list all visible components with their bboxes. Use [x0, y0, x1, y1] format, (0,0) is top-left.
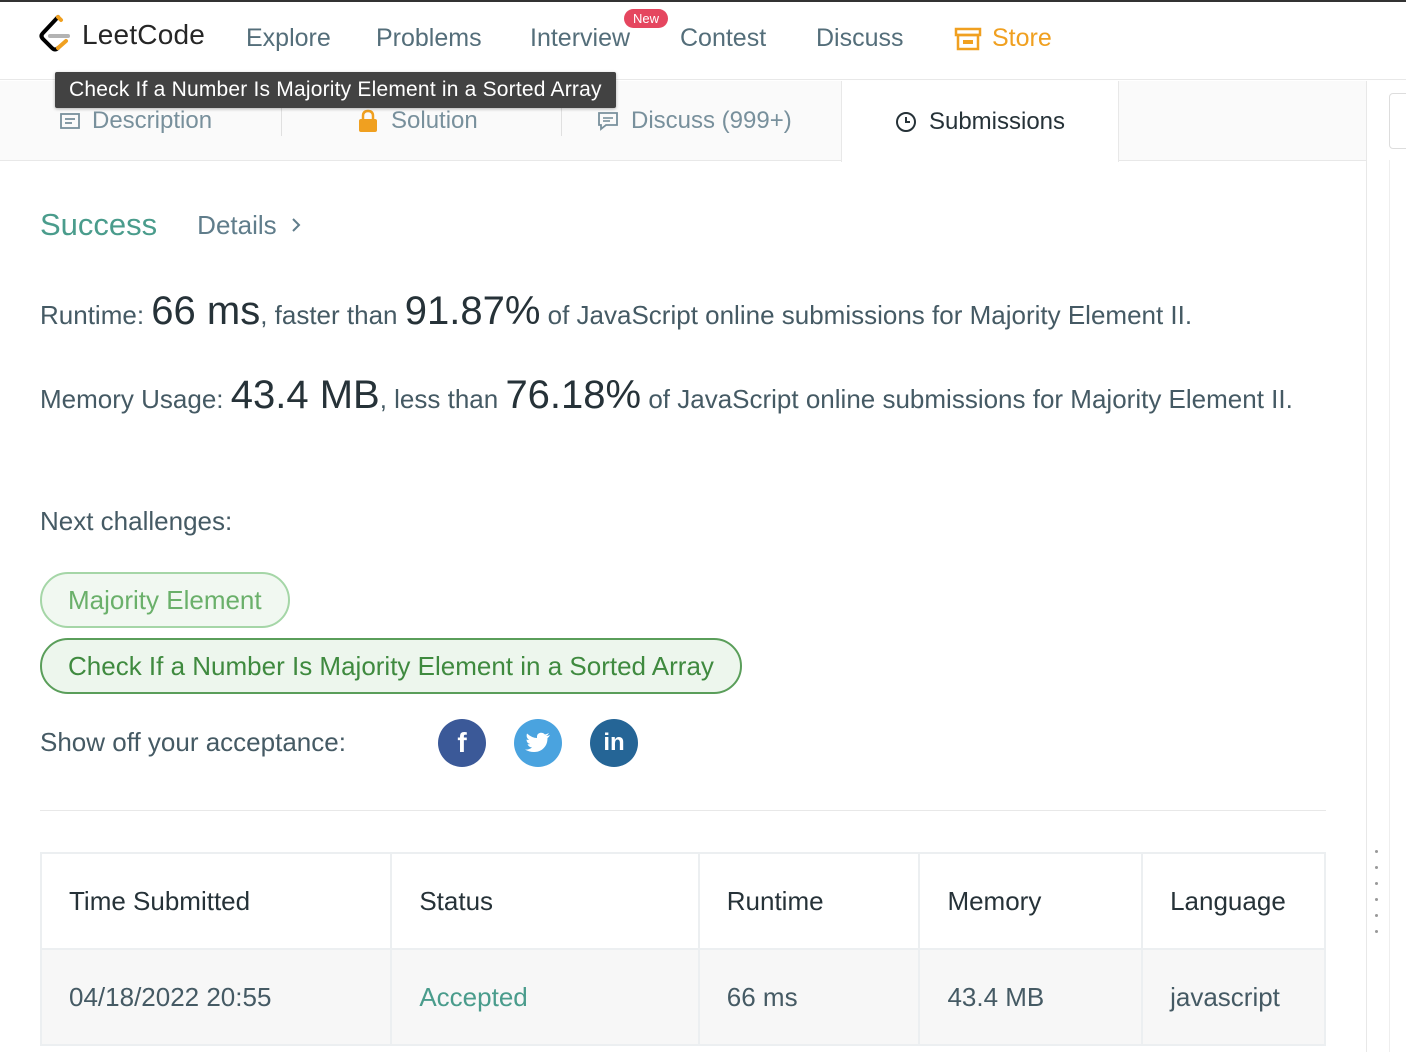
tab-submissions-label: Submissions	[928, 107, 1066, 135]
nav-explore[interactable]: Explore	[246, 24, 331, 53]
col-time-submitted[interactable]: Time Submitted	[39, 852, 393, 950]
col-memory[interactable]: Memory	[918, 852, 1144, 950]
lock-icon	[359, 109, 377, 132]
cell-language: javascript	[1141, 948, 1326, 1046]
twitter-icon[interactable]	[514, 719, 562, 767]
nav-store[interactable]: Store	[954, 24, 1052, 53]
memory-label: Memory Usage:	[40, 384, 231, 414]
tab-submissions[interactable]: Submissions	[841, 81, 1119, 162]
nav-problems[interactable]: Problems	[376, 24, 482, 53]
tab-solution-label: Solution	[391, 107, 478, 134]
nav-contest[interactable]: Contest	[680, 24, 766, 53]
details-link[interactable]: Details	[197, 209, 301, 241]
nav-discuss[interactable]: Discuss	[816, 24, 904, 53]
new-badge: New	[624, 9, 669, 28]
col-language[interactable]: Language	[1141, 852, 1326, 950]
details-label: Details	[197, 209, 277, 240]
memory-tail: of JavaScript online submissions for Maj…	[641, 384, 1293, 414]
tab-separator	[281, 106, 282, 136]
nav-interview[interactable]: Interview	[530, 24, 630, 53]
status-success: Success	[40, 207, 158, 242]
tab-separator	[561, 106, 562, 136]
tab-description-label: Description	[92, 107, 213, 134]
pane-divider	[1389, 160, 1390, 1052]
next-challenges-label: Next challenges:	[40, 506, 233, 536]
section-divider	[40, 810, 1326, 811]
result-header: Success Details	[40, 207, 301, 243]
share-label: Show off your acceptance:	[40, 727, 346, 757]
runtime-mid: , faster than	[260, 300, 405, 330]
challenge-majority-element[interactable]: Majority Element	[40, 572, 290, 628]
clock-icon	[895, 111, 916, 132]
tab-discuss-label: Discuss (999+)	[631, 107, 792, 134]
facebook-icon[interactable]: f	[438, 719, 486, 767]
leetcode-logo[interactable]: LeetCode	[38, 14, 205, 56]
chevron-right-icon	[291, 218, 301, 232]
nav-store-label: Store	[992, 24, 1052, 52]
top-navbar: LeetCode Explore Problems Interview New …	[0, 0, 1406, 80]
runtime-line: Runtime: 66 ms, faster than 91.87% of Ja…	[40, 290, 1330, 336]
description-icon	[60, 113, 80, 129]
right-pane-control[interactable]	[1389, 93, 1406, 149]
challenge-check-majority-sorted[interactable]: Check If a Number Is Majority Element in…	[40, 638, 742, 694]
memory-percentile: 76.18%	[505, 373, 642, 417]
cell-time-submitted: 04/18/2022 20:55	[39, 948, 393, 1046]
logo-text: LeetCode	[82, 19, 206, 50]
memory-mid: , less than	[379, 384, 506, 414]
runtime-value: 66 ms	[151, 289, 261, 333]
memory-value: 43.4 MB	[230, 373, 380, 417]
runtime-tail: of JavaScript online submissions for Maj…	[540, 300, 1193, 330]
col-status[interactable]: Status	[390, 852, 700, 950]
resize-handle-icon[interactable]	[1375, 850, 1381, 946]
cell-runtime: 66 ms	[697, 948, 921, 1046]
leetcode-logo-icon	[39, 15, 70, 52]
store-icon	[954, 27, 982, 50]
cell-status-link[interactable]: Accepted	[390, 948, 700, 1046]
memory-line: Memory Usage: 43.4 MB, less than 76.18% …	[40, 374, 1330, 420]
right-pane	[1366, 81, 1406, 1052]
tab-discuss[interactable]: Discuss (999+)	[597, 81, 792, 161]
cell-memory: 43.4 MB	[918, 948, 1144, 1046]
table-header-row: Time Submitted Status Runtime Memory Lan…	[39, 852, 1326, 950]
table-row[interactable]: 04/18/2022 20:55 Accepted 66 ms 43.4 MB …	[39, 948, 1326, 1046]
twitter-bird-glyph	[525, 732, 550, 752]
runtime-label: Runtime:	[40, 300, 152, 330]
submissions-table: Time Submitted Status Runtime Memory Lan…	[39, 852, 1326, 1046]
problem-title-tooltip: Check If a Number Is Majority Element in…	[55, 72, 616, 108]
comment-icon	[598, 112, 618, 131]
col-runtime[interactable]: Runtime	[697, 852, 921, 950]
linkedin-icon[interactable]: in	[590, 719, 638, 767]
runtime-percentile: 91.87%	[404, 289, 541, 333]
